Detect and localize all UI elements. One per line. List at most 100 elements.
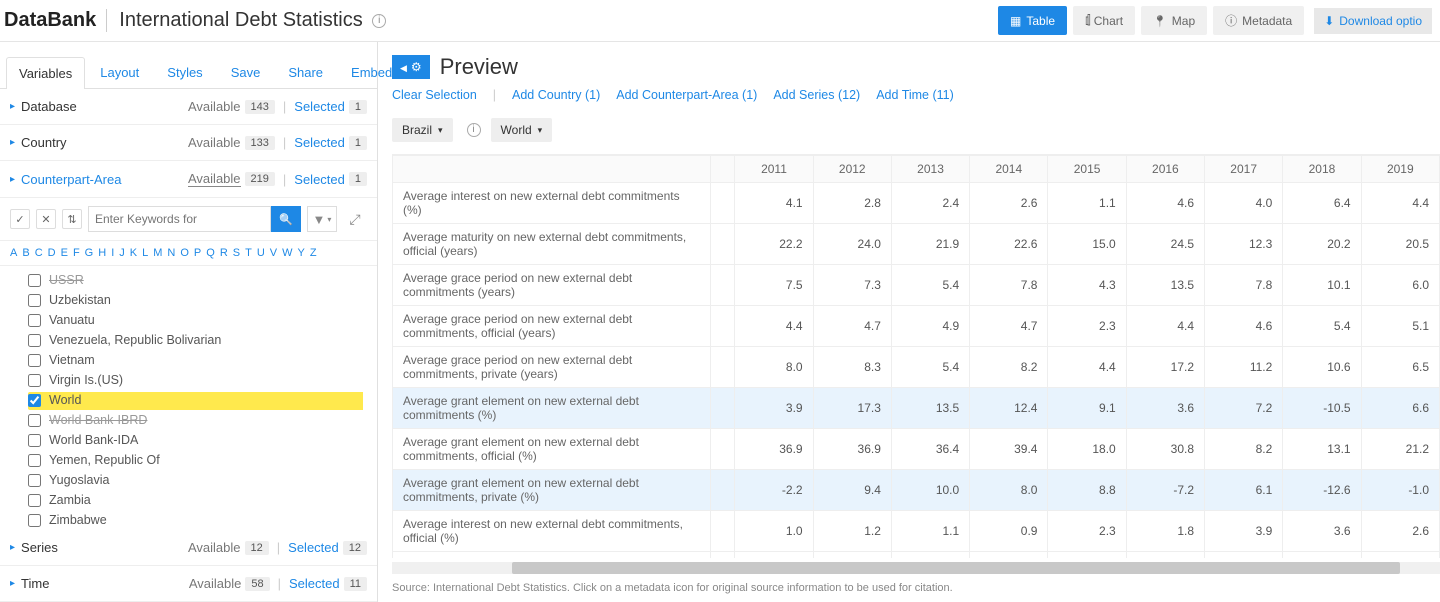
country-checkbox[interactable]: [28, 334, 41, 347]
country-item[interactable]: Zimbabwe: [28, 510, 377, 530]
alpha-M[interactable]: M: [153, 247, 162, 259]
alpha-J[interactable]: J: [119, 247, 125, 259]
action-link[interactable]: Add Country (1): [512, 88, 600, 102]
alpha-E[interactable]: E: [61, 247, 68, 259]
row-label[interactable]: Average grace period on new external deb…: [393, 306, 711, 347]
row-label[interactable]: Average interest on new external debt co…: [393, 552, 711, 559]
alpha-L[interactable]: L: [142, 247, 148, 259]
section-series[interactable]: ▸SeriesAvailable 12|Selected 12: [0, 530, 377, 566]
country-checkbox[interactable]: [28, 434, 41, 447]
alpha-I[interactable]: I: [111, 247, 114, 259]
section-country[interactable]: ▸CountryAvailable 133|Selected 1: [0, 125, 377, 161]
country-item[interactable]: Vanuatu: [28, 310, 377, 330]
view-tab-map[interactable]: Map: [1141, 6, 1207, 35]
year-header[interactable]: 2013: [891, 156, 969, 183]
action-link[interactable]: Clear Selection: [392, 88, 477, 102]
action-link[interactable]: Add Series (12): [773, 88, 860, 102]
invert-button[interactable]: [62, 209, 82, 229]
selected-label[interactable]: Selected: [294, 99, 345, 114]
year-header[interactable]: 2018: [1283, 156, 1361, 183]
alpha-U[interactable]: U: [257, 247, 265, 259]
country-item[interactable]: Zambia: [28, 490, 377, 510]
year-header[interactable]: 2011: [735, 156, 813, 183]
alpha-D[interactable]: D: [48, 247, 56, 259]
country-checkbox[interactable]: [28, 374, 41, 387]
alpha-K[interactable]: K: [130, 247, 137, 259]
view-tab-metadata[interactable]: Metadata: [1213, 6, 1304, 35]
info-icon[interactable]: i: [372, 14, 386, 28]
row-label[interactable]: Average grace period on new external deb…: [393, 347, 711, 388]
country-item[interactable]: Virgin Is.(US): [28, 370, 377, 390]
country-checkbox[interactable]: [28, 294, 41, 307]
alpha-W[interactable]: W: [282, 247, 292, 259]
select-all-button[interactable]: [10, 209, 30, 229]
year-header[interactable]: 2015: [1048, 156, 1126, 183]
action-link[interactable]: Add Counterpart-Area (1): [616, 88, 757, 102]
alpha-V[interactable]: V: [270, 247, 277, 259]
row-label[interactable]: Average grant element on new external de…: [393, 429, 711, 470]
country-checkbox[interactable]: [28, 314, 41, 327]
search-button[interactable]: [271, 206, 301, 232]
dropdown-brazil[interactable]: Brazil: [392, 118, 453, 142]
alpha-R[interactable]: R: [220, 247, 228, 259]
clear-all-button[interactable]: [36, 209, 56, 229]
dropdown-world[interactable]: World: [491, 118, 553, 142]
selected-label[interactable]: Selected: [294, 135, 345, 150]
country-checkbox[interactable]: [28, 414, 41, 427]
selected-label[interactable]: Selected: [294, 172, 345, 187]
section-counterpart-area[interactable]: ▸Counterpart-AreaAvailable 219|Selected …: [0, 161, 377, 198]
country-item[interactable]: Venezuela, Republic Bolivarian: [28, 330, 377, 350]
sidebar-tab-styles[interactable]: Styles: [154, 56, 215, 88]
alpha-P[interactable]: P: [194, 247, 201, 259]
info-icon[interactable]: i: [467, 123, 481, 137]
alpha-G[interactable]: G: [85, 247, 94, 259]
sidebar-tab-save[interactable]: Save: [218, 56, 274, 88]
country-item[interactable]: World Bank-IDA: [28, 430, 377, 450]
scrollbar-thumb[interactable]: [512, 562, 1400, 574]
sidebar-tab-variables[interactable]: Variables: [6, 57, 85, 89]
year-header[interactable]: 2014: [970, 156, 1048, 183]
filter-button[interactable]: ▼▾: [307, 206, 337, 232]
sidebar-tab-layout[interactable]: Layout: [87, 56, 152, 88]
action-link[interactable]: Add Time (11): [876, 88, 954, 102]
country-item[interactable]: Yugoslavia: [28, 470, 377, 490]
selected-label[interactable]: Selected: [289, 576, 340, 591]
fullscreen-button[interactable]: [343, 207, 367, 231]
alpha-A[interactable]: A: [10, 247, 17, 259]
country-checkbox[interactable]: [28, 354, 41, 367]
section-time[interactable]: ▸TimeAvailable 58|Selected 11: [0, 566, 377, 602]
preview-settings-button[interactable]: [392, 55, 430, 79]
country-item[interactable]: Vietnam: [28, 350, 377, 370]
year-header[interactable]: 2017: [1205, 156, 1283, 183]
row-label[interactable]: Average grant element on new external de…: [393, 388, 711, 429]
view-tab-chart[interactable]: Chart: [1073, 6, 1135, 35]
alpha-Z[interactable]: Z: [310, 247, 317, 259]
download-button[interactable]: Download optio: [1314, 8, 1432, 34]
year-header[interactable]: 2012: [813, 156, 891, 183]
alpha-S[interactable]: S: [233, 247, 240, 259]
sidebar-tab-share[interactable]: Share: [275, 56, 336, 88]
row-label[interactable]: Average grant element on new external de…: [393, 470, 711, 511]
country-item[interactable]: World: [28, 390, 377, 410]
search-input[interactable]: [88, 206, 271, 232]
country-item[interactable]: USSR: [28, 270, 377, 290]
alpha-F[interactable]: F: [73, 247, 80, 259]
alpha-Q[interactable]: Q: [206, 247, 215, 259]
view-tab-table[interactable]: Table: [998, 6, 1067, 35]
row-label[interactable]: Average maturity on new external debt co…: [393, 224, 711, 265]
row-label[interactable]: Average interest on new external debt co…: [393, 511, 711, 552]
horizontal-scrollbar[interactable]: [392, 562, 1440, 574]
country-checkbox[interactable]: [28, 394, 41, 407]
year-header[interactable]: 2019: [1361, 156, 1439, 183]
country-item[interactable]: Yemen, Republic Of: [28, 450, 377, 470]
alpha-B[interactable]: B: [22, 247, 29, 259]
country-checkbox[interactable]: [28, 474, 41, 487]
country-list[interactable]: USSRUzbekistanVanuatuVenezuela, Republic…: [0, 266, 377, 530]
alpha-O[interactable]: O: [180, 247, 189, 259]
country-checkbox[interactable]: [28, 494, 41, 507]
country-item[interactable]: Uzbekistan: [28, 290, 377, 310]
table-wrap[interactable]: 201120122013201420152016201720182019Aver…: [392, 154, 1440, 558]
alpha-Y[interactable]: Y: [298, 247, 305, 259]
alpha-C[interactable]: C: [35, 247, 43, 259]
country-checkbox[interactable]: [28, 454, 41, 467]
